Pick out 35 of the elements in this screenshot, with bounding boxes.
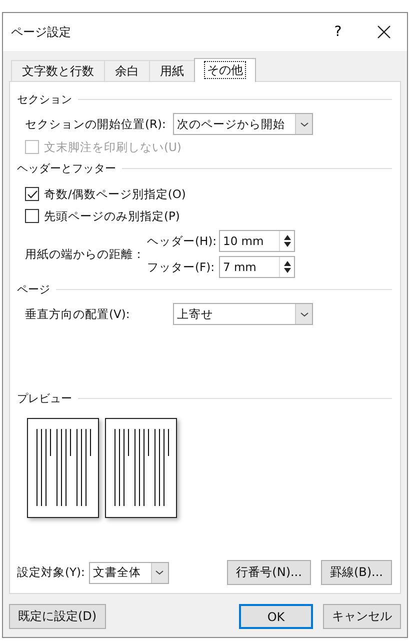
checkbox[interactable]: 奇数/偶数ページ別指定(O) [25, 184, 392, 204]
section-start-dropdown[interactable]: 次のページから開始 [173, 113, 313, 135]
window-title: ページ設定 [11, 24, 72, 40]
field-label: フッター(F): [147, 260, 216, 274]
field-label: ヘッダー(H): [147, 234, 218, 248]
field-label: 用紙の端からの距離： [25, 246, 146, 262]
group-heading: ページ [17, 282, 50, 297]
field-label: 垂直方向の配置(V): [25, 306, 131, 322]
chevron-down-icon [155, 570, 164, 575]
vertical-alignment-dropdown[interactable]: 上寄せ [173, 303, 313, 325]
down-arrow-icon [284, 268, 290, 273]
up-arrow-icon [284, 235, 290, 240]
dialog-button[interactable]: キャンセル [323, 604, 401, 629]
spin-field[interactable]: 10 mm [219, 230, 295, 252]
chevron-down-icon [300, 122, 308, 126]
group-heading: セクション [17, 92, 72, 107]
dialog-button[interactable]: 行番号(N)... [227, 560, 311, 585]
apply-to-dropdown[interactable]: 文書全体 [88, 562, 169, 584]
tab[interactable]: 文字数と行数 [11, 60, 105, 81]
spin-field[interactable]: 7 mm [219, 256, 295, 278]
dialog-button[interactable]: 既定に設定(D) [9, 604, 106, 629]
close-icon [377, 25, 391, 39]
group-heading: プレビュー [17, 391, 72, 406]
checkmark-icon [26, 190, 38, 198]
dialog-button[interactable]: 罫線(B)... [320, 560, 392, 585]
field-label: セクションの開始位置(R): [25, 116, 167, 132]
field-label: 設定対象(Y): [17, 565, 85, 580]
group-heading: ヘッダーとフッター [17, 161, 116, 176]
up-arrow-icon [284, 261, 290, 266]
down-arrow-icon [284, 242, 290, 247]
dialog-button[interactable]: OK [239, 604, 313, 629]
checkbox[interactable]: 先頭ページのみ別指定(P) [25, 206, 392, 226]
help-button[interactable]: ? [315, 13, 361, 51]
chevron-down-icon [300, 312, 308, 316]
tab[interactable]: その他 [194, 58, 256, 82]
